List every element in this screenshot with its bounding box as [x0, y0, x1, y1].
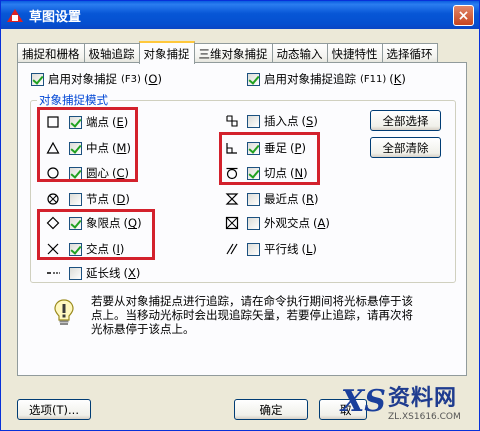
osnap-extension[interactable]: 延长线 (X): [69, 265, 140, 281]
checkbox-box[interactable]: [247, 166, 260, 180]
midpoint-triangle-icon: [46, 141, 60, 155]
nearest-hourglass-icon: [225, 192, 239, 206]
app-icon: [7, 7, 23, 23]
tab-dynamic-input[interactable]: 动态输入: [271, 43, 328, 63]
watermark-url: ZL.XS1616.COM: [387, 412, 461, 422]
checkbox-box[interactable]: [69, 266, 82, 280]
drafting-settings-dialog: 草图设置 × 捕捉和栅格 极轴追踪 对象捕捉 三维对象捕捉 动态输入 快捷特性 …: [0, 0, 480, 431]
osnap-parallel[interactable]: 平行线 (L): [247, 241, 317, 257]
osnap-center[interactable]: 圆心 (C): [69, 165, 129, 181]
checkbox-box[interactable]: [247, 216, 260, 230]
select-all-button[interactable]: 全部选择: [370, 110, 441, 131]
tab-polar-tracking[interactable]: 极轴追踪: [83, 43, 140, 63]
osnap-apparent-intersection[interactable]: 外观交点 (A): [247, 215, 330, 231]
tracking-info-text: 若要从对象捕捉点进行追踪，请在命令执行期间将光标悬停于该点上。当移动光标时会出现…: [91, 294, 413, 336]
osnap-insertion[interactable]: 插入点 (S): [247, 113, 318, 129]
quadrant-diamond-icon: [46, 216, 60, 230]
tangent-icon: [225, 166, 239, 180]
checkbox-box[interactable]: [69, 242, 82, 256]
checkbox-box[interactable]: [247, 192, 260, 206]
perpendicular-icon: [225, 141, 239, 155]
tab-snap-grid[interactable]: 捕捉和栅格: [17, 43, 85, 63]
checkbox-box[interactable]: [31, 72, 44, 86]
tab-selection-cycling[interactable]: 选择循环: [381, 43, 438, 63]
center-circle-icon: [46, 166, 60, 180]
watermark-chinese: 资料网: [387, 386, 457, 411]
checkbox-box[interactable]: [69, 141, 82, 155]
checkbox-box[interactable]: [69, 115, 82, 129]
site-watermark: XS 资料网 ZL.XS1616.COM: [337, 372, 479, 430]
ok-button[interactable]: 确定: [234, 399, 308, 420]
checkbox-box[interactable]: [247, 72, 260, 86]
tab-strip: 捕捉和栅格 极轴追踪 对象捕捉 三维对象捕捉 动态输入 快捷特性 选择循环: [17, 41, 438, 64]
close-button[interactable]: ×: [453, 5, 474, 26]
options-button[interactable]: 选项(T)...: [17, 399, 91, 420]
tab-3d-object-snap[interactable]: 三维对象捕捉: [193, 43, 273, 63]
intersection-x-icon: [46, 242, 60, 256]
osnap-node[interactable]: 节点 (D): [69, 191, 130, 207]
tab-object-snap[interactable]: 对象捕捉: [138, 41, 195, 64]
osnap-midpoint[interactable]: 中点 (M): [69, 140, 131, 156]
checkbox-box[interactable]: [69, 216, 82, 230]
watermark-logo: XS: [341, 383, 386, 419]
apparent-intersection-icon: [225, 216, 239, 230]
checkbox-box[interactable]: [247, 114, 260, 128]
osnap-intersection[interactable]: 交点 (I): [69, 241, 124, 257]
endpoint-square-icon: [46, 115, 60, 129]
node-circle-x-icon: [46, 192, 60, 206]
osnap-nearest[interactable]: 最近点 (R): [247, 191, 319, 207]
info-lightbulb-icon: [53, 298, 75, 328]
window-title: 草图设置: [29, 9, 82, 25]
parallel-icon: [225, 242, 239, 256]
checkbox-box[interactable]: [69, 166, 82, 180]
checkbox-box[interactable]: [247, 141, 260, 155]
clear-all-button[interactable]: 全部清除: [370, 137, 441, 158]
osnap-endpoint[interactable]: 端点 (E): [69, 114, 128, 130]
tab-quick-properties[interactable]: 快捷特性: [326, 43, 383, 63]
osnap-perpendicular[interactable]: 垂足 (P): [247, 140, 306, 156]
checkbox-box[interactable]: [69, 192, 82, 206]
enable-osnap-tracking-checkbox[interactable]: 启用对象捕捉追踪 (F11) (K): [247, 71, 406, 87]
extension-dots-icon: [46, 266, 60, 280]
osnap-modes-title: 对象捕捉模式: [37, 92, 110, 108]
enable-osnap-checkbox[interactable]: 启用对象捕捉 (F3) (O): [31, 71, 162, 87]
insertion-icon: [225, 114, 239, 128]
checkbox-box[interactable]: [247, 242, 260, 256]
osnap-quadrant[interactable]: 象限点 (Q): [69, 215, 142, 231]
title-bar[interactable]: 草图设置 ×: [1, 1, 479, 29]
osnap-tangent[interactable]: 切点 (N): [247, 165, 308, 181]
